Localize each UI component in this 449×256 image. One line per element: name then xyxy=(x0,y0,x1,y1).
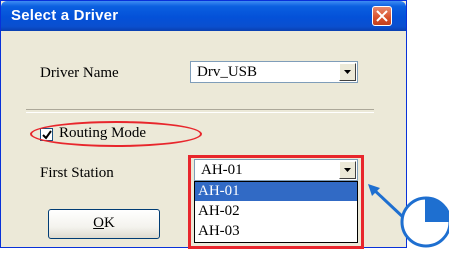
mouse-cursor-icon xyxy=(400,196,449,248)
pointer-arrow-line xyxy=(370,186,406,220)
annotation-overlay xyxy=(368,184,449,248)
